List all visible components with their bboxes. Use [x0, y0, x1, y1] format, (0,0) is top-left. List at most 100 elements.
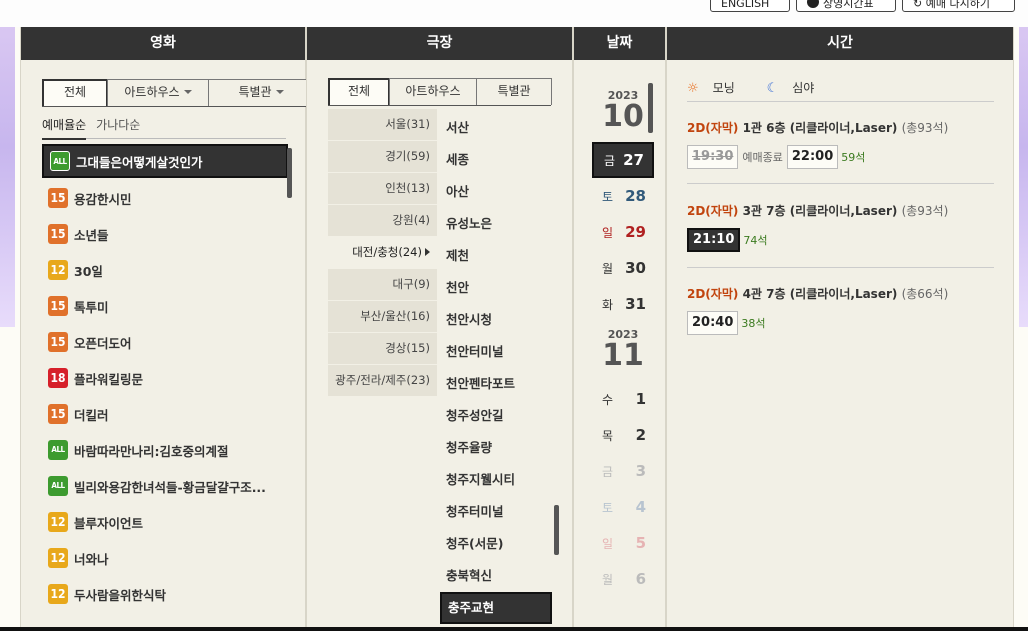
cinema-item[interactable]: 청주터미널 — [440, 496, 552, 528]
date-item[interactable]: 화 31 — [592, 286, 654, 322]
cinema-item[interactable]: 청주(서문) — [440, 528, 552, 560]
movie-title: 그대들은어떻게살것인가 — [76, 154, 203, 170]
schedule-button[interactable]: 상영시간표 — [796, 0, 896, 12]
sort-tabs: 예매율순 가나다순 — [42, 111, 286, 140]
cinema-item[interactable]: 청주율량 — [440, 432, 552, 464]
region-item[interactable]: 대구(9) — [328, 269, 437, 301]
time-buttons: 21:10 74석 — [687, 228, 997, 252]
movie-item[interactable]: 12 30일 — [42, 252, 288, 288]
region-item[interactable]: 대전/충청(24) — [328, 237, 437, 269]
movie-item[interactable]: 15 오픈더도어 — [42, 324, 288, 360]
movie-tab-2[interactable]: 특별관 — [208, 79, 314, 106]
cinema-item[interactable]: 천안펜타포트 — [440, 368, 552, 400]
cinema-item[interactable]: 충주교현 — [440, 592, 552, 624]
movie-tab-0[interactable]: 전체 — [42, 79, 108, 106]
day-number: 1 — [635, 390, 646, 408]
rating-18-icon: 18 — [48, 368, 68, 388]
cinema-item[interactable]: 제천 — [440, 240, 552, 272]
cinema-list-scrollbar[interactable] — [554, 505, 559, 555]
schedule-icon — [807, 0, 819, 8]
screen-capacity: (총93석) — [901, 204, 949, 218]
movie-item[interactable]: 12 두사람을위한식탁 — [42, 576, 288, 612]
movie-item[interactable]: 15 더킬러 — [42, 396, 288, 432]
movie-title: 두사람을위한식탁 — [74, 587, 167, 603]
theater-tab-0[interactable]: 전체 — [328, 78, 390, 105]
movie-item[interactable]: 18 플라워킬링문 — [42, 360, 288, 396]
divider — [687, 101, 994, 102]
booking-closed-label: 예매종료 — [742, 151, 783, 164]
seats-remaining: 38석 — [741, 317, 766, 330]
reset-button[interactable]: ↻ 예매 다시하기 — [902, 0, 1015, 12]
english-button[interactable]: ENGLISH — [710, 0, 790, 12]
date-item[interactable]: 수1 — [592, 381, 654, 417]
region-item[interactable]: 부산/울산(16) — [328, 301, 437, 333]
region-item[interactable]: 인천(13) — [328, 173, 437, 205]
movie-tab-1[interactable]: 아트하우스 — [107, 79, 209, 106]
date-item: 토4 — [592, 489, 654, 525]
left-banner-edge — [0, 27, 15, 327]
cinema-item[interactable]: 서산 — [440, 112, 552, 144]
cinema-item[interactable]: 유성노은 — [440, 208, 552, 240]
day-number: 2 — [635, 426, 646, 444]
sort-tab-1[interactable]: 가나다순 — [96, 111, 140, 139]
date-item[interactable]: 목2 — [592, 417, 654, 453]
region-item[interactable]: 경상(15) — [328, 333, 437, 365]
movie-item[interactable]: 12 너와나 — [42, 540, 288, 576]
region-item[interactable]: 경기(59) — [328, 141, 437, 173]
showtime-button[interactable]: 21:10 — [687, 228, 741, 252]
movie-title: 더킬러 — [74, 407, 109, 423]
movie-item[interactable]: ALL 바람따라만나리:김호중의계절 — [42, 432, 288, 468]
showtime-button[interactable]: 22:00 — [786, 145, 839, 169]
cinema-item[interactable]: 세종 — [440, 144, 552, 176]
time-legend: ☼ 모닝 ☾ 심야 — [687, 79, 842, 96]
cinema-item[interactable]: 아산 — [440, 176, 552, 208]
region-item[interactable]: 서울(31) — [328, 109, 437, 141]
movie-list-scrollbar[interactable] — [287, 148, 292, 198]
movie-item[interactable]: 15 소년들 — [42, 216, 288, 252]
date-list-scrollbar[interactable] — [648, 83, 653, 133]
movie-item[interactable]: ALL 그대들은어떻게살것인가 — [42, 144, 288, 178]
moon-icon: ☾ — [766, 81, 779, 96]
date-item[interactable]: 토 28 — [592, 178, 654, 214]
date-item: 일5 — [592, 525, 654, 561]
date-item[interactable]: 일 29 — [592, 214, 654, 250]
showtime-button[interactable]: 20:40 — [687, 311, 739, 335]
date-list: 2023 10 금 27 토 28 일 29 월 30 화 31 2023 11 수 1 목 2 금 3 토 4 일 5 월 6 — [592, 83, 654, 597]
movie-item[interactable]: 15 톡투미 — [42, 288, 288, 324]
day-number: 29 — [625, 223, 646, 241]
cinema-item[interactable]: 천안터미널 — [440, 336, 552, 368]
movie-item[interactable]: 12 블루자이언트 — [42, 504, 288, 540]
screen-hall: 4관 7층 (리클라이너,Laser) — [742, 287, 898, 301]
region-label: 대전/충청(24) — [352, 245, 422, 259]
movie-column-header: 영화 — [21, 27, 305, 60]
rating-all-icon: ALL — [48, 476, 68, 496]
movie-title: 30일 — [74, 263, 103, 279]
rating-15-icon: 15 — [48, 404, 68, 424]
seats-remaining: 59석 — [841, 151, 866, 164]
sort-tab-0[interactable]: 예매율순 — [42, 112, 87, 140]
cinema-item[interactable]: 청주성안길 — [440, 400, 552, 432]
cinema-item[interactable]: 천안시청 — [440, 304, 552, 336]
schedule-label: 상영시간표 — [823, 0, 874, 10]
movie-item[interactable]: ALL 빌리와용감한녀석들-황금달걀구조... — [42, 468, 288, 504]
movie-title: 블루자이언트 — [74, 515, 144, 531]
weekday-label: 수 — [602, 392, 614, 407]
theater-tabs: 전체 아트하우스 특별관 — [328, 78, 552, 106]
cinema-item[interactable]: 천안 — [440, 272, 552, 304]
region-label: 인천(13) — [385, 181, 430, 195]
time-column: 시간 ☼ 모닝 ☾ 심야 2D(자막) 1관 6층 (리클라이너,Laser) (총… — [666, 27, 1014, 631]
theater-tab-1[interactable]: 아트하우스 — [389, 78, 477, 105]
caret-right-icon — [425, 248, 430, 256]
cinema-item[interactable]: 충북혁신 — [440, 560, 552, 592]
weekday-label: 일 — [602, 225, 614, 240]
date-item[interactable]: 월 30 — [592, 250, 654, 286]
theater-tab-2[interactable]: 특별관 — [476, 78, 552, 105]
theater-column: 극장 전체 아트하우스 특별관 서울(31) 경기(59) 인천(13) 강원(4) 대전/… — [306, 27, 573, 631]
movie-item[interactable]: 15 용감한시민 — [42, 180, 288, 216]
showtime-button: 19:30 — [687, 145, 739, 169]
cinema-item[interactable]: 청주지웰시티 — [440, 464, 552, 496]
date-item[interactable]: 금 27 — [592, 142, 654, 178]
region-item[interactable]: 광주/전라/제주(23) — [328, 365, 437, 397]
region-item[interactable]: 강원(4) — [328, 205, 437, 237]
divider — [687, 267, 994, 268]
